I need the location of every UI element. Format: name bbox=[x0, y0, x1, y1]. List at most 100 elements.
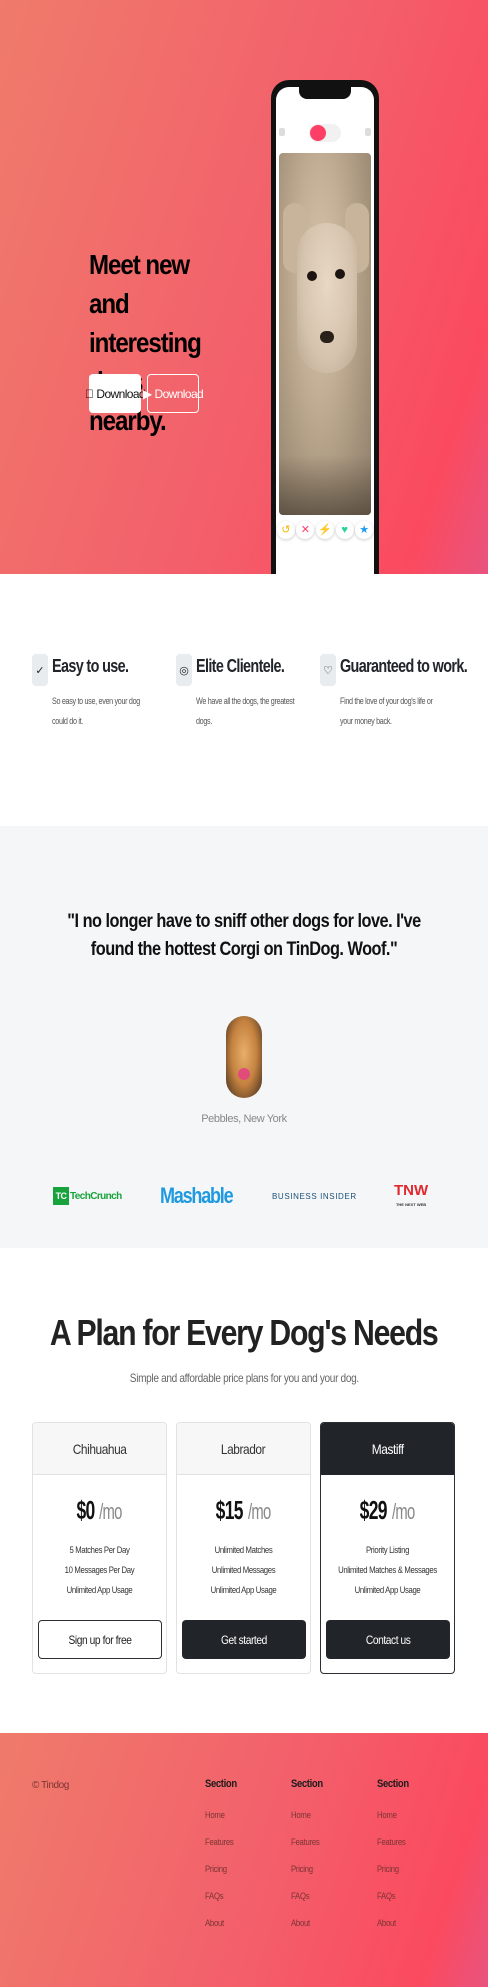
contact-us-label: Contact us bbox=[365, 1632, 411, 1647]
footer-link-faqs[interactable]: FAQs bbox=[205, 1883, 237, 1910]
plan-features: Unlimited Matches Unlimited Messages Unl… bbox=[177, 1540, 310, 1600]
footer-link-features[interactable]: Features bbox=[291, 1829, 323, 1856]
rewind-icon: ↺ bbox=[276, 521, 295, 539]
plan-price-amount: $29 bbox=[360, 1495, 388, 1525]
contact-us-button[interactable]: Contact us bbox=[326, 1620, 450, 1659]
plan-name-text: Chihuahua bbox=[72, 1441, 127, 1457]
footer-link-home[interactable]: Home bbox=[291, 1802, 323, 1829]
plan-feature: Unlimited App Usage bbox=[210, 1585, 277, 1595]
testimonial-quote-text: "I no longer have to sniff other dogs fo… bbox=[67, 911, 421, 960]
plan-price-amount: $0 bbox=[76, 1495, 96, 1525]
feature-title: Guaranteed to work. bbox=[340, 656, 468, 676]
plan-feature: Unlimited App Usage bbox=[66, 1585, 133, 1595]
feature-title: Easy to use. bbox=[52, 656, 129, 676]
footer-link-about[interactable]: About bbox=[377, 1910, 409, 1937]
heart-icon: ♡ bbox=[320, 654, 336, 686]
check-circle-icon: ✓ bbox=[32, 654, 48, 686]
footer-link-home[interactable]: Home bbox=[377, 1802, 409, 1829]
get-started-label: Get started bbox=[221, 1632, 267, 1647]
plan-price-period: /mo bbox=[392, 1499, 416, 1524]
testimonial-section: "I no longer have to sniff other dogs fo… bbox=[0, 826, 488, 1248]
star-icon: ★ bbox=[355, 521, 374, 539]
plan-name-text: Labrador bbox=[221, 1441, 266, 1457]
testimonial-author: Pebbles, New York bbox=[201, 1113, 287, 1125]
plan-price: $29/mo bbox=[321, 1495, 454, 1526]
pricing-subtitle-text: Simple and affordable price plans for yo… bbox=[129, 1371, 359, 1385]
footer-link-home[interactable]: Home bbox=[205, 1802, 237, 1829]
footer-link-about[interactable]: About bbox=[205, 1910, 237, 1937]
tnw-wordmark: TNW bbox=[394, 1182, 429, 1199]
plan-card-chihuahua: Chihuahua $0/mo 5 Matches Per Day 10 Mes… bbox=[32, 1422, 167, 1674]
hero-section: Meet new and interesting dogs nearby.  … bbox=[0, 0, 488, 574]
plan-feature: Unlimited Messages bbox=[211, 1565, 276, 1575]
phone-mockup: ↺ ✕ ⚡ ♥ ★ bbox=[271, 80, 379, 574]
dog-nose bbox=[320, 331, 334, 343]
bullseye-icon: ◎ bbox=[176, 654, 192, 686]
footer-link-faqs[interactable]: FAQs bbox=[377, 1883, 409, 1910]
profile-icon bbox=[279, 128, 285, 136]
footer-link-pricing[interactable]: Pricing bbox=[205, 1856, 237, 1883]
sign-up-label: Sign up for free bbox=[68, 1632, 132, 1647]
features-section: ✓ Easy to use. So easy to use, even your… bbox=[0, 574, 488, 826]
footer-link-faqs[interactable]: FAQs bbox=[291, 1883, 323, 1910]
heart-icon: ♥ bbox=[335, 521, 354, 539]
footer-heading: Section bbox=[291, 1778, 323, 1790]
dog-photo bbox=[279, 153, 371, 515]
techcrunch-logo: TC TechCrunch bbox=[53, 1184, 122, 1208]
plan-price-period: /mo bbox=[99, 1499, 122, 1524]
techcrunch-mark: TC bbox=[53, 1187, 69, 1205]
pricing-subtitle: Simple and affordable price plans for yo… bbox=[0, 1371, 488, 1385]
footer-link-features[interactable]: Features bbox=[377, 1829, 409, 1856]
plan-features: 5 Matches Per Day 10 Messages Per Day Un… bbox=[33, 1540, 166, 1600]
footer-heading: Section bbox=[377, 1778, 409, 1790]
download-play-label: Download bbox=[154, 386, 204, 401]
pricing-title-text: A Plan for Every Dog's Needs bbox=[50, 1312, 439, 1353]
plan-feature: 5 Matches Per Day bbox=[69, 1545, 130, 1555]
play-store-icon: ▶ bbox=[142, 386, 152, 401]
plan-feature: Unlimited Matches bbox=[214, 1545, 273, 1555]
footer-column: Section Home Features Pricing FAQs About bbox=[205, 1778, 242, 1937]
phone-screen: ↺ ✕ ⚡ ♥ ★ bbox=[276, 87, 374, 574]
phone-notch bbox=[299, 87, 351, 99]
plan-card-labrador: Labrador $15/mo Unlimited Matches Unlimi… bbox=[176, 1422, 311, 1674]
plan-feature: Unlimited Matches & Messages bbox=[338, 1565, 437, 1575]
download-play-button[interactable]: ▶ Download bbox=[143, 374, 204, 413]
dog-eye bbox=[307, 271, 317, 281]
apple-icon:  bbox=[85, 387, 94, 401]
flame-icon bbox=[310, 125, 326, 141]
app-toggle bbox=[309, 124, 341, 142]
footer-link-pricing[interactable]: Pricing bbox=[291, 1856, 323, 1883]
avatar bbox=[226, 1016, 262, 1098]
download-apple-button[interactable]:  Download bbox=[85, 374, 146, 413]
feature-text: Find the love of your dog's life or your… bbox=[340, 696, 433, 726]
plan-card-mastiff: Mastiff $29/mo Priority Listing Unlimite… bbox=[320, 1422, 455, 1674]
footer-link-about[interactable]: About bbox=[291, 1910, 323, 1937]
footer-column: Section Home Features Pricing FAQs About bbox=[377, 1778, 414, 1937]
plan-price-amount: $15 bbox=[216, 1495, 244, 1525]
copyright: © Tindog bbox=[32, 1780, 69, 1791]
footer-link-features[interactable]: Features bbox=[205, 1829, 237, 1856]
footer-link-pricing[interactable]: Pricing bbox=[377, 1856, 409, 1883]
feature-text: We have all the dogs, the greatest dogs. bbox=[196, 696, 295, 726]
mashable-logo: Mashable bbox=[160, 1183, 234, 1208]
plan-name: Mastiff bbox=[321, 1423, 454, 1475]
sign-up-button[interactable]: Sign up for free bbox=[38, 1620, 162, 1659]
boost-icon: ⚡ bbox=[315, 521, 334, 539]
dog-tongue bbox=[238, 1068, 250, 1080]
plan-feature: Priority Listing bbox=[365, 1545, 410, 1555]
plan-feature: Unlimited App Usage bbox=[354, 1585, 421, 1595]
pricing-title: A Plan for Every Dog's Needs bbox=[0, 1312, 488, 1354]
footer-heading: Section bbox=[205, 1778, 237, 1790]
plan-price-period: /mo bbox=[248, 1499, 272, 1524]
plan-features: Priority Listing Unlimited Matches & Mes… bbox=[321, 1540, 454, 1600]
feature-title: Elite Clientele. bbox=[196, 656, 285, 676]
plan-feature: 10 Messages Per Day bbox=[64, 1565, 135, 1575]
plan-name: Chihuahua bbox=[33, 1423, 166, 1475]
testimonial-quote: "I no longer have to sniff other dogs fo… bbox=[30, 908, 458, 964]
pricing-section: A Plan for Every Dog's Needs Simple and … bbox=[0, 1248, 488, 1733]
close-icon: ✕ bbox=[296, 521, 315, 539]
dog-face bbox=[297, 223, 357, 373]
get-started-button[interactable]: Get started bbox=[182, 1620, 306, 1659]
swipe-actions: ↺ ✕ ⚡ ♥ ★ bbox=[276, 521, 374, 539]
plan-price: $15/mo bbox=[177, 1495, 310, 1526]
